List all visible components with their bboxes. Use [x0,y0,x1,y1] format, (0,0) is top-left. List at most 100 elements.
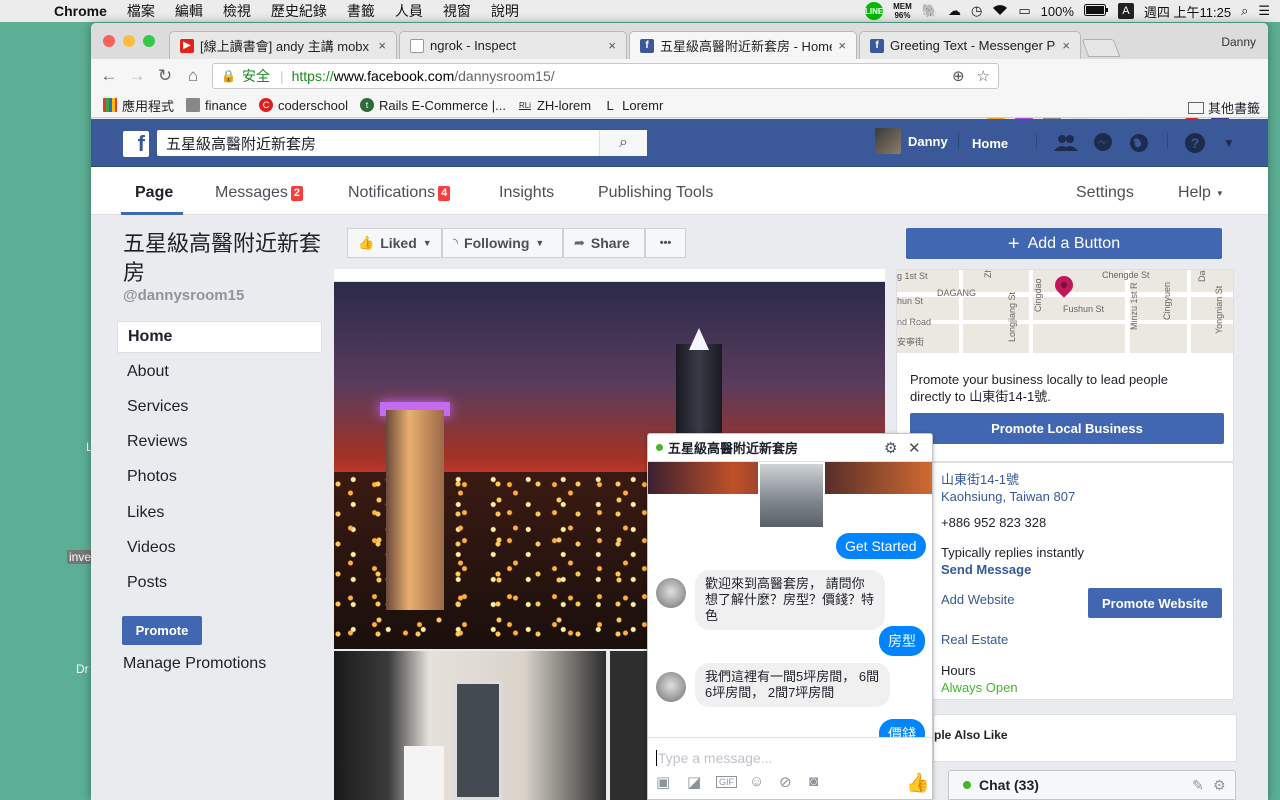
lock-icon[interactable]: 🔒 [221,69,236,83]
send-message-link[interactable]: Send Message [941,561,1031,578]
bookmark-star-icon[interactable]: ☆ [977,67,990,85]
reload-icon[interactable]: ↻ [151,66,179,86]
home-icon[interactable]: ⌂ [179,66,207,86]
profile-link[interactable]: Danny [875,128,948,154]
tab-settings[interactable]: Settings [1076,184,1134,202]
battery-icon[interactable] [1083,3,1108,19]
page-handle[interactable]: @dannysroom15 [123,287,244,304]
promote-local-business-button[interactable]: Promote Local Business [910,413,1224,444]
time-machine-icon[interactable]: ◷ [971,3,982,19]
tab-close-icon[interactable]: × [608,38,616,53]
tab-page[interactable]: Page [135,184,173,202]
category-link[interactable]: Real Estate [941,631,1008,648]
following-button[interactable]: ◝ Following ▼ [442,228,563,258]
address-line-1[interactable]: 山東街14-1號 [941,471,1019,488]
photo-icon[interactable]: ▣ [656,773,670,791]
tab-publishing-tools[interactable]: Publishing Tools [598,184,713,202]
page-nav-about[interactable]: About [117,356,322,388]
menu-file[interactable]: 檔案 [117,1,165,21]
messenger-icon[interactable] [1091,131,1115,155]
page-nav-videos[interactable]: Videos [117,532,322,564]
close-icon[interactable]: ✕ [908,439,921,457]
bookmark-finance[interactable]: finance [186,98,247,113]
search-input[interactable]: 五星級高醫附近新套房 ⌕ [157,130,647,156]
menu-history[interactable]: 歷史紀錄 [261,1,337,21]
bookmark-rails[interactable]: t Rails E-Commerce |... [360,98,506,113]
tab-youtube[interactable]: ▶ [線上讀書會] andy 主講 mobx v × [169,31,397,59]
line-icon[interactable]: LINE [865,2,883,20]
tab-close-icon[interactable]: × [1062,38,1070,53]
add-website-link[interactable]: Add Website [941,591,1014,608]
page-nav-services[interactable]: Services [117,391,322,423]
minimize-window-button[interactable] [123,35,135,47]
evernote-icon[interactable]: 🐘 [922,3,938,19]
tab-insights[interactable]: Insights [499,184,554,202]
facebook-logo-icon[interactable]: f [123,131,149,157]
tab-facebook-page[interactable]: f 五星級高醫附近新套房 - Home × [629,31,857,59]
memory-status[interactable]: MEM 96% [893,2,912,20]
location-map[interactable]: g 1st St Chengde St DAGANG hun St Fushun… [897,270,1233,353]
spotlight-icon[interactable]: ⌕ [1241,3,1248,19]
zoom-window-button[interactable] [143,35,155,47]
promote-button[interactable]: Promote [122,616,202,645]
menu-window[interactable]: 視窗 [433,1,481,21]
notification-center-icon[interactable]: ☰ [1258,3,1270,19]
page-nav-home[interactable]: Home [117,321,322,353]
help-icon[interactable]: ? [1183,131,1207,155]
room-photo[interactable] [610,651,650,800]
emoji-icon[interactable]: ☺ [749,773,764,790]
friend-requests-icon[interactable] [1054,131,1078,155]
forward-icon[interactable]: → [123,66,151,86]
compose-icon[interactable]: ✎ [1192,777,1204,794]
chat-sidebar-toggle[interactable]: Chat (33) ✎ ⚙ [948,770,1236,800]
attachment-icon[interactable]: ⊘ [779,773,792,791]
message-input[interactable]: Type a message... [656,750,772,766]
add-a-button[interactable]: + Add a Button [906,228,1222,259]
chat-header[interactable]: 五星級高醫附近新套房 ⚙ ✕ [648,434,932,462]
room-photo[interactable] [334,651,606,800]
share-button[interactable]: ➦ Share [563,228,645,258]
page-nav-reviews[interactable]: Reviews [117,426,322,458]
other-bookmarks[interactable]: 其他書籤 [1187,98,1260,117]
page-title[interactable]: 五星級高醫附近新套房 [123,229,328,287]
address-bar[interactable]: 🔒 安全 | https://www.facebook.com/dannysro… [212,63,999,89]
tab-notifications[interactable]: Notifications 4 [348,184,451,202]
address-line-2[interactable]: Kaohsiung, Taiwan 807 [941,488,1075,505]
liked-button[interactable]: 👍 Liked ▼ [347,228,442,258]
camera-icon[interactable]: ◙ [809,773,818,790]
account-menu-icon[interactable]: ▼ [1217,131,1241,155]
desktop-icon-label[interactable]: Dr [76,662,89,676]
gif-icon[interactable]: GIF [716,776,737,788]
bookmark-coderschool[interactable]: Ccoderschool [258,98,348,113]
bookmark-apps[interactable]: 應用程式 [103,96,174,115]
tab-ngrok[interactable]: ngrok - Inspect × [399,31,627,59]
bookmark-loremr[interactable]: L Loremr [603,98,664,113]
page-nav-likes[interactable]: Likes [117,497,322,529]
page-nav-photos[interactable]: Photos [117,461,322,493]
gear-icon[interactable]: ⚙ [884,439,897,457]
gear-icon[interactable]: ⚙ [1213,777,1226,794]
help-menu[interactable]: Help ▼ [1178,184,1224,202]
tab-close-icon[interactable]: × [378,38,386,53]
manage-promotions-link[interactable]: Manage Promotions [123,655,266,673]
tab-messages[interactable]: Messages 2 [215,184,304,202]
menu-people[interactable]: 人員 [385,1,433,21]
message-bot[interactable]: 歡迎來到高醫套房， 請問你想了解什麼？房型？價錢？特色 [695,570,885,630]
menu-app-name[interactable]: Chrome [44,3,117,19]
airplay-icon[interactable]: ▭ [1018,3,1030,19]
sticker-icon[interactable]: ◪ [687,773,701,791]
wifi-icon[interactable] [992,4,1008,19]
chrome-profile-name[interactable]: Danny [1221,35,1256,49]
close-window-button[interactable] [103,35,115,47]
zoom-icon[interactable]: ⊕ [952,67,965,85]
clock[interactable]: 週四 上午11:25 [1144,2,1231,21]
promote-website-button[interactable]: Promote Website [1088,588,1222,618]
desktop-icon-label[interactable]: inve [67,550,94,564]
menu-help[interactable]: 說明 [481,1,529,21]
tab-messenger-platform[interactable]: f Greeting Text - Messenger Pla × [859,31,1081,59]
page-nav-posts[interactable]: Posts [117,567,322,599]
back-icon[interactable]: ← [95,66,123,86]
message-user[interactable]: 房型 [879,626,925,656]
thumbs-up-icon[interactable]: 👍 [906,771,930,795]
home-link[interactable]: Home [972,136,1008,151]
